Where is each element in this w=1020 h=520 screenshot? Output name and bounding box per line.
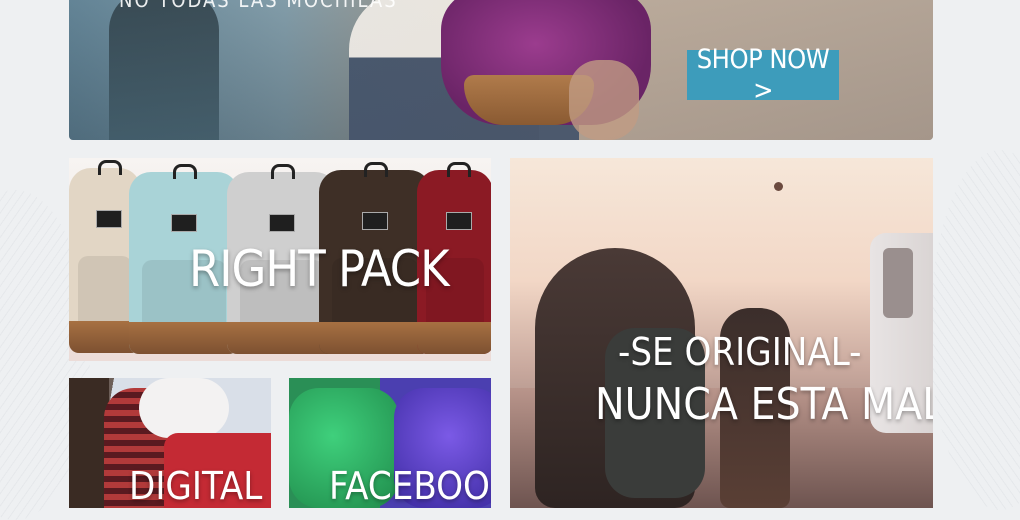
camper-van-window: [883, 248, 913, 318]
se-original-title: -SE ORIGINAL-: [618, 330, 862, 374]
person-hair: [69, 378, 109, 508]
ball: [774, 182, 783, 191]
hero-person-left: [109, 0, 219, 140]
digital-title: DIGITAL: [129, 464, 263, 508]
hero-legs: [569, 60, 639, 140]
nunca-esta-mal-title: NUNCA ESTA MAL: [595, 379, 933, 430]
facebook-title: FACEBOOK: [329, 464, 491, 508]
background-feather-right: [930, 150, 1020, 510]
right-pack-tile[interactable]: RIGHT PACK: [69, 158, 491, 361]
digital-tile[interactable]: DIGITAL: [69, 378, 271, 508]
hero-headline: NO TODAS LAS MOCHILAS: [119, 0, 398, 12]
scarf: [139, 378, 229, 438]
se-original-tile[interactable]: -SE ORIGINAL- NUNCA ESTA MAL: [510, 158, 933, 508]
shop-now-button[interactable]: SHOP NOW >: [687, 44, 839, 106]
hero-banner[interactable]: NO TODAS LAS MOCHILAS SHOP NOW >: [69, 0, 933, 140]
right-pack-title: RIGHT PACK: [189, 240, 450, 298]
facebook-tile[interactable]: FACEBOOK: [289, 378, 491, 508]
